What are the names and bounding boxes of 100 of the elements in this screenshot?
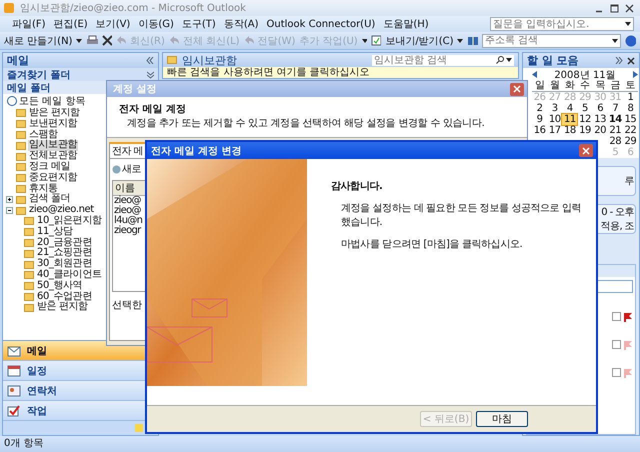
folder-item[interactable]: 스팸함 [28,130,59,140]
folder-item[interactable]: 50_행사역 [36,280,84,292]
caret-icon[interactable] [76,38,82,42]
menu-item[interactable]: 이동(G) [138,17,174,31]
calendar-day[interactable]: 11 [562,114,578,125]
calendar-day[interactable]: 14 [608,114,623,125]
account-icon [112,164,121,174]
calendar-day[interactable]: 4 [562,103,578,114]
calendar-day[interactable]: 2 [532,103,548,114]
caret-icon[interactable] [612,38,618,42]
calendar-day[interactable]: 18 [562,125,578,136]
calendar-day[interactable]: 10 [547,114,562,125]
calendar-day[interactable]: 3 [547,103,562,114]
send-receive-icon[interactable] [371,35,382,46]
calendar-day[interactable]: 6 [592,103,608,114]
printer-icon[interactable] [86,35,98,46]
checkbox[interactable] [612,340,621,349]
weekday-label: 일 [534,80,546,91]
checkbox[interactable] [612,368,621,377]
close-icon[interactable] [627,56,635,64]
pane-title: 할 일 모음 [527,53,579,68]
previous-icon[interactable] [532,71,537,78]
menu-item[interactable]: 보기(V) [96,17,130,31]
next-icon[interactable] [632,71,638,78]
maximize-icon[interactable] [610,4,619,12]
calendar-day[interactable]: 13 [592,114,608,125]
tab[interactable]: 전자 메 [109,142,146,158]
checkbox[interactable] [612,312,621,321]
folder-item[interactable]: 30_회원관련 [36,259,93,270]
calendar-day[interactable]: 22 [622,125,638,136]
folder-item[interactable]: 40_클라이언트 [36,270,103,281]
close-icon[interactable] [625,4,634,12]
calendar-day[interactable]: 1 [622,92,638,103]
calendar-day[interactable]: 15 [622,114,638,125]
status-text: 0개 항목 [0,436,640,452]
info-bar[interactable]: 빠른 검색을 사용하려면 여기를 클릭하십시오 [163,67,518,78]
all-mail-items[interactable]: 모든 메일 항목 [19,94,86,108]
folder-item[interactable]: 임시보관함 [28,140,78,152]
help-search-field[interactable]: 질문을 입력하십시오. [490,17,634,31]
calendar-day[interactable]: 9 [532,114,548,125]
collapse-icon[interactable] [6,207,13,214]
folder-item[interactable]: zieo@zieo.net [28,205,95,216]
address-search-field[interactable]: 주소록 검색 [482,34,622,48]
calendar-day[interactable]: 16 [532,125,548,136]
folder-item[interactable]: 21_쇼핑관련 [36,248,93,260]
folder-item[interactable]: 20_금융관련 [36,238,93,248]
caret-icon[interactable] [457,38,463,42]
search-input[interactable]: 임시보관함 검색 [372,54,494,66]
calendar-day[interactable]: 29 [622,136,638,147]
calendar-day[interactable]: 5 [577,103,593,114]
folder-item[interactable]: 받은 편지함 [36,302,89,314]
folder-item[interactable]: 중요편지함 [28,172,78,184]
folder-item[interactable]: 보낸편지함 [28,118,78,130]
dialog-heading: 전자 메일 계정 [119,103,187,116]
checklist-icon [7,404,21,416]
caret-icon[interactable] [506,58,512,62]
calendar-day[interactable]: 28 [608,136,623,147]
calendar-day[interactable]: 17 [547,125,562,136]
folder-item[interactable]: 검색 폴더 [28,194,72,206]
menu-item[interactable]: Outlook Connector(U) [266,18,376,30]
calendar-day[interactable]: 20 [592,125,608,136]
folder-item[interactable]: 정크 메일 [28,162,72,173]
finish-button[interactable]: 마침 [476,411,528,427]
folder-item[interactable]: 10_읽은편지함 [36,216,103,227]
folder-item[interactable]: 11_상담 [36,226,74,238]
caret-icon[interactable] [362,38,368,42]
caret-icon[interactable] [625,22,631,26]
menu-item[interactable]: 도움말(H) [383,17,429,31]
send-receive-button[interactable]: 보내기/받기(C) [385,34,454,48]
appointment-text: 적용, 조 [600,220,634,233]
wizard-text: 마법사를 닫으려면 [마침]을 클릭하십시오. [340,238,524,251]
folder-item[interactable]: 휴지통 [28,184,59,194]
calendar-day[interactable]: 7 [608,103,623,114]
menu-item[interactable]: 파일(F) [12,17,46,31]
calendar-icon [7,364,21,376]
folder-icon [167,56,177,64]
expand-icon[interactable] [6,196,13,204]
menu-item[interactable]: 도구(T) [182,17,216,31]
close-button[interactable] [510,82,524,96]
search-field[interactable]: 임시보관함 검색 [372,54,514,66]
search-icon [7,96,17,106]
menu-item[interactable]: 편집(E) [54,17,88,31]
calendar-day[interactable]: 19 [577,125,593,136]
menu-item[interactable]: 동작(A) [224,17,258,31]
address-search-input[interactable]: 주소록 검색 [483,34,612,46]
folder-item[interactable]: 60_수업관련 [36,292,93,302]
calendar-day[interactable]: 12 [577,114,593,125]
book-icon[interactable] [467,36,478,46]
flag-icon[interactable] [623,312,633,322]
new-button[interactable]: 새로 [122,162,141,176]
delete-icon[interactable] [102,35,112,46]
search-icon[interactable] [496,56,504,64]
calendar-day[interactable]: 8 [622,103,638,114]
calendar-day[interactable]: 21 [608,125,623,136]
weekday-label: 화 [564,80,576,91]
window-title: 임시보관함/zieo@zieo.com - Microsoft Outlook [20,2,247,15]
folder-item[interactable]: 전체보관함 [28,151,78,162]
help-search-input[interactable]: 질문을 입력하십시오. [491,18,625,30]
new-button[interactable]: 새로 만들기(N) [4,34,72,48]
close-button[interactable] [579,144,593,157]
